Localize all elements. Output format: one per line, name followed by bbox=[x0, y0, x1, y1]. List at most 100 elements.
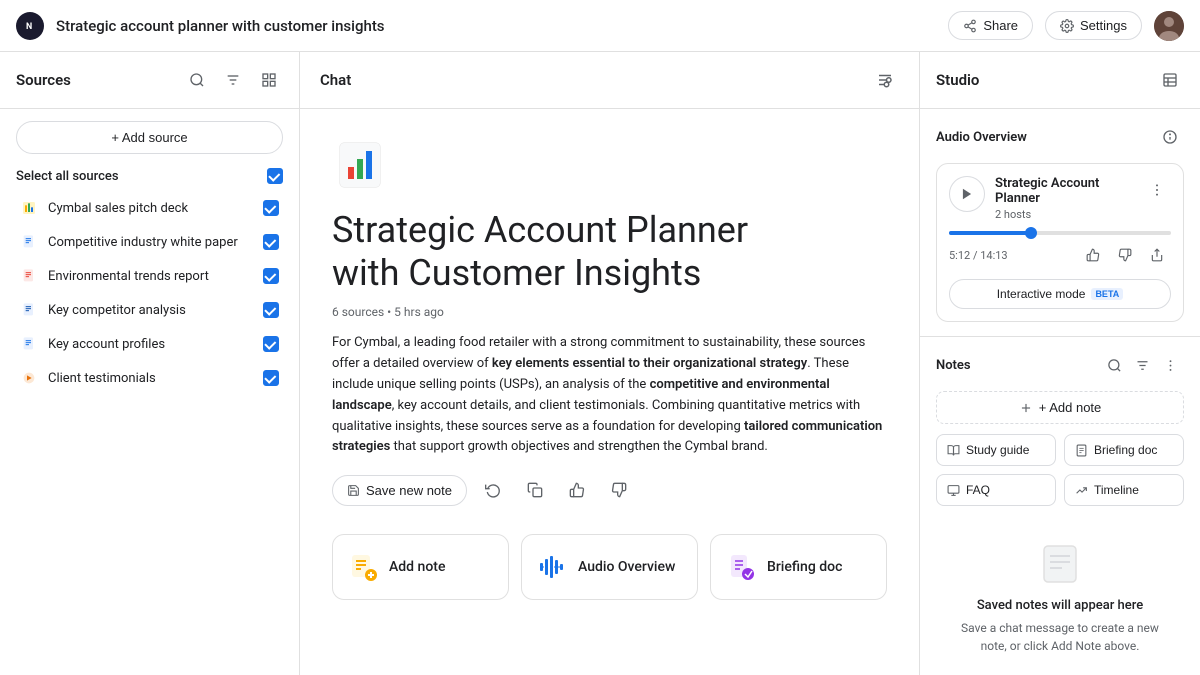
app-title: Strategic account planner with customer … bbox=[56, 17, 936, 35]
source-checkbox-5[interactable] bbox=[263, 370, 279, 386]
source-icon-1 bbox=[20, 233, 38, 251]
select-all-checkbox[interactable] bbox=[267, 168, 283, 184]
source-checkbox-3[interactable] bbox=[263, 302, 279, 318]
thumbs-up-audio-button[interactable] bbox=[1079, 241, 1107, 269]
briefing-doc-notes-button[interactable]: Briefing doc bbox=[1064, 434, 1184, 466]
audio-info-button[interactable] bbox=[1156, 123, 1184, 151]
add-note-button[interactable]: + Add note bbox=[936, 391, 1184, 424]
notes-search-button[interactable] bbox=[1100, 351, 1128, 379]
avatar[interactable] bbox=[1154, 11, 1184, 41]
save-note-icon bbox=[347, 484, 360, 497]
audio-top: Strategic Account Planner 2 hosts bbox=[949, 176, 1171, 221]
briefing-doc-label: Briefing doc bbox=[767, 559, 842, 575]
thumbs-up-icon bbox=[569, 482, 585, 498]
audio-more-button[interactable] bbox=[1143, 176, 1171, 204]
thumbs-up-audio-icon bbox=[1086, 248, 1100, 262]
studio-header: Studio bbox=[920, 52, 1200, 109]
avatar-image bbox=[1154, 11, 1184, 41]
retry-icon bbox=[485, 482, 501, 498]
audio-overview-card[interactable]: Audio Overview bbox=[521, 534, 698, 600]
sources-filter-button[interactable] bbox=[219, 66, 247, 94]
app-logo: N bbox=[16, 12, 44, 40]
audio-bottom: 5:12 / 14:13 bbox=[949, 241, 1171, 269]
share-button[interactable]: Share bbox=[948, 11, 1033, 40]
list-item[interactable]: Competitive industry white paper bbox=[16, 226, 283, 258]
search-icon bbox=[189, 72, 205, 88]
list-item[interactable]: Key competitor analysis bbox=[16, 294, 283, 326]
faq-icon bbox=[947, 484, 960, 497]
share-icon bbox=[963, 19, 977, 33]
settings-button[interactable]: Settings bbox=[1045, 11, 1142, 40]
empty-notes: Saved notes will appear here Save a chat… bbox=[936, 516, 1184, 675]
study-guide-button[interactable]: Study guide bbox=[936, 434, 1056, 466]
source-icon-5 bbox=[20, 369, 38, 387]
thumbs-down-button[interactable] bbox=[603, 474, 635, 506]
empty-notes-icon bbox=[1036, 540, 1084, 588]
source-name-0: Cymbal sales pitch deck bbox=[48, 201, 253, 216]
share-audio-icon bbox=[1150, 248, 1164, 262]
list-item[interactable]: Cymbal sales pitch deck bbox=[16, 192, 283, 224]
thumbs-down-audio-button[interactable] bbox=[1111, 241, 1139, 269]
sources-search-button[interactable] bbox=[183, 66, 211, 94]
list-item[interactable]: Client testimonials bbox=[16, 362, 283, 394]
add-note-plus-icon bbox=[1019, 401, 1033, 415]
settings-icon bbox=[1060, 19, 1074, 33]
progress-bar[interactable] bbox=[949, 231, 1171, 235]
source-checkbox-1[interactable] bbox=[263, 234, 279, 250]
chat-doc-title: Strategic Account Planner with Customer … bbox=[332, 209, 887, 295]
audio-controls bbox=[1079, 241, 1171, 269]
play-button[interactable] bbox=[949, 176, 985, 212]
copy-icon bbox=[527, 482, 543, 498]
retry-button[interactable] bbox=[477, 474, 509, 506]
studio-layout-button[interactable] bbox=[1156, 66, 1184, 94]
source-icon-3 bbox=[20, 301, 38, 319]
sources-content: + Add source Select all sources Cymbal s… bbox=[0, 109, 299, 675]
notes-more-button[interactable] bbox=[1156, 351, 1184, 379]
timeline-button[interactable]: Timeline bbox=[1064, 474, 1184, 506]
select-all-label: Select all sources bbox=[16, 169, 119, 184]
sources-header: Sources bbox=[0, 52, 299, 109]
chat-actions: Save new note bbox=[332, 474, 887, 506]
source-name-3: Key competitor analysis bbox=[48, 303, 253, 318]
thumbs-up-button[interactable] bbox=[561, 474, 593, 506]
source-name-4: Key account profiles bbox=[48, 337, 253, 352]
audio-card: Strategic Account Planner 2 hosts bbox=[936, 163, 1184, 322]
source-checkbox-4[interactable] bbox=[263, 336, 279, 352]
source-name-2: Environmental trends report bbox=[48, 269, 253, 284]
chat-settings-icon bbox=[876, 71, 894, 89]
source-checkbox-2[interactable] bbox=[263, 268, 279, 284]
faq-button[interactable]: FAQ bbox=[936, 474, 1056, 506]
thumbs-down-audio-icon bbox=[1118, 248, 1132, 262]
source-name-5: Client testimonials bbox=[48, 371, 253, 386]
briefing-doc-card[interactable]: Briefing doc bbox=[710, 534, 887, 600]
briefing-doc-notes-icon bbox=[1075, 444, 1088, 457]
sources-panel: Sources bbox=[0, 52, 300, 675]
empty-notes-desc: Save a chat message to create a new note… bbox=[952, 619, 1168, 655]
progress-thumb bbox=[1025, 227, 1037, 239]
audio-overview-label: Audio Overview bbox=[936, 130, 1156, 145]
add-note-card[interactable]: Add note bbox=[332, 534, 509, 600]
source-checkbox-0[interactable] bbox=[263, 200, 279, 216]
notes-more-icon bbox=[1163, 358, 1178, 373]
sources-layout-button[interactable] bbox=[255, 66, 283, 94]
info-icon bbox=[1162, 129, 1178, 145]
share-audio-button[interactable] bbox=[1143, 241, 1171, 269]
chat-content: Strategic Account Planner with Customer … bbox=[300, 109, 919, 675]
chat-settings-button[interactable] bbox=[871, 66, 899, 94]
quick-actions: Add note Audio Overview bbox=[332, 534, 887, 600]
copy-button[interactable] bbox=[519, 474, 551, 506]
beta-badge: BETA bbox=[1091, 288, 1123, 300]
source-list: Cymbal sales pitch deck Competitive indu… bbox=[16, 192, 283, 394]
save-note-button[interactable]: Save new note bbox=[332, 475, 467, 506]
interactive-mode-button[interactable]: Interactive mode BETA bbox=[949, 279, 1171, 309]
studio-layout-icon bbox=[1162, 72, 1178, 88]
notes-filter-button[interactable] bbox=[1128, 351, 1156, 379]
notes-header: Notes bbox=[936, 351, 1184, 379]
empty-notes-title: Saved notes will appear here bbox=[977, 598, 1143, 613]
source-icon-2 bbox=[20, 267, 38, 285]
notes-search-icon bbox=[1107, 358, 1122, 373]
list-item[interactable]: Key account profiles bbox=[16, 328, 283, 360]
add-source-button[interactable]: + Add source bbox=[16, 121, 283, 154]
list-item[interactable]: Environmental trends report bbox=[16, 260, 283, 292]
top-header: N Strategic account planner with custome… bbox=[0, 0, 1200, 52]
